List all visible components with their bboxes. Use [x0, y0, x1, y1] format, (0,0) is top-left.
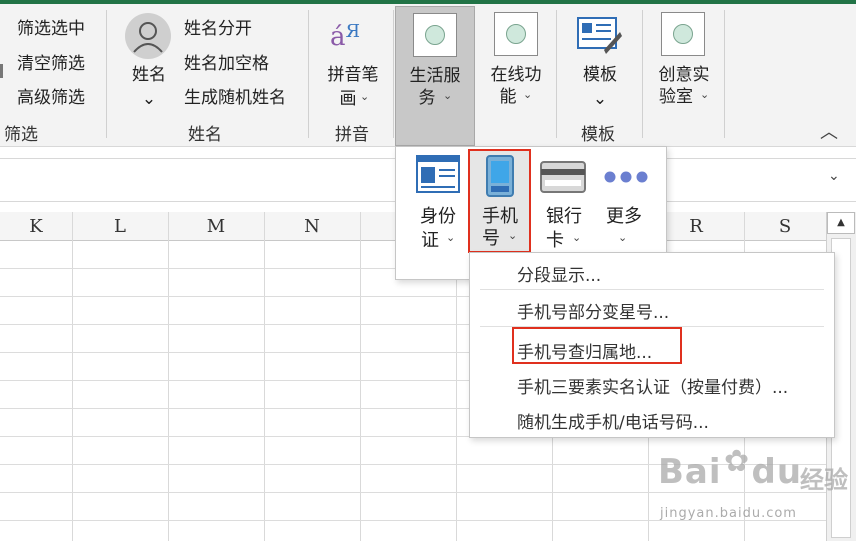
pinyin-group-label: 拼音	[335, 125, 369, 145]
group-separator	[724, 10, 725, 138]
column-header-s[interactable]: S	[744, 212, 826, 240]
funnel-icon	[0, 64, 3, 78]
group-separator	[642, 10, 643, 138]
id-card-icon	[416, 155, 460, 193]
pinyin-button[interactable]: áЯ 拼音笔 画 ⌄	[318, 8, 388, 112]
id-card-button[interactable]: 身份 证 ⌄	[410, 153, 466, 263]
person-icon	[125, 13, 171, 59]
column-header-n[interactable]: N	[264, 212, 360, 240]
random-name-button[interactable]: 生成随机姓名	[184, 83, 286, 108]
scroll-up-icon[interactable]: ▲	[827, 212, 855, 234]
chevron-down-icon: ⌄	[443, 89, 453, 102]
filter-group-label: 筛选	[4, 125, 38, 145]
filter-selected-button[interactable]: 筛选选中	[17, 14, 85, 39]
paw-icon: ✿	[724, 444, 751, 479]
chevron-down-icon: ⌄	[592, 89, 608, 109]
online-functions-icon	[494, 12, 538, 56]
id-card-label-1: 身份	[420, 206, 456, 227]
column-header-k[interactable]: K	[0, 212, 72, 240]
life-services-label-1: 生活服	[409, 66, 461, 86]
group-separator	[106, 10, 107, 138]
collapse-ribbon-icon[interactable]: ︿	[820, 118, 838, 144]
formula-expand-icon[interactable]: ⌄	[828, 168, 840, 184]
menu-divider	[480, 289, 824, 290]
name-big-label: 姓名	[132, 65, 166, 85]
online-functions-button[interactable]: 在线功 能 ⌄	[478, 6, 554, 116]
advanced-filter-button[interactable]: 高级筛选	[17, 83, 85, 108]
chevron-down-icon: ⌄	[700, 88, 710, 101]
filter-group: 筛选选中 清空筛选 高级筛选 筛选	[0, 0, 104, 146]
pinyin-icon: áЯ	[330, 21, 361, 52]
bank-card-label-1: 银行	[546, 206, 582, 227]
pinyin-label-1: 拼音笔	[327, 65, 379, 85]
online-label-1: 在线功	[490, 65, 542, 85]
creative-label-1: 创意实	[658, 65, 710, 85]
creative-lab-button[interactable]: 创意实 验室 ⌄	[648, 6, 720, 116]
group-separator	[308, 10, 309, 138]
chevron-down-icon: ⌄	[141, 89, 157, 109]
creative-lab-icon	[661, 12, 705, 56]
phone-button-highlight	[468, 149, 531, 253]
name-split-button[interactable]: 姓名分开	[184, 14, 252, 39]
ribbon-top-accent	[0, 0, 856, 4]
name-group-label: 姓名	[188, 125, 222, 145]
more-dots-icon	[604, 171, 648, 183]
group-separator	[556, 10, 557, 138]
chevron-down-icon: ⌄	[618, 231, 628, 244]
template-icon	[577, 17, 622, 54]
bank-card-label-2: 卡	[546, 230, 564, 251]
name-big-button[interactable]: 姓名 ⌄	[118, 8, 180, 112]
template-label: 模板	[583, 65, 617, 85]
phone-location-highlight	[512, 327, 682, 364]
more-button[interactable]: 更多 ⌄	[596, 153, 656, 263]
bank-card-button[interactable]: 银行 卡 ⌄	[534, 153, 594, 263]
column-header-m[interactable]: M	[168, 212, 264, 240]
more-label: 更多	[606, 206, 642, 227]
menu-item-three-factor-auth[interactable]: 手机三要素实名认证（按量付费）...	[517, 373, 788, 398]
bank-card-icon	[540, 161, 586, 193]
watermark-brand: Bai ✿ du	[658, 444, 803, 492]
life-services-icon	[413, 13, 457, 57]
watermark-cn: 经验	[800, 466, 848, 494]
chevron-down-icon: ⌄	[446, 231, 456, 244]
menu-item-mask-phone[interactable]: 手机号部分变星号...	[517, 298, 669, 323]
template-button[interactable]: 模板 ⌄	[562, 6, 638, 116]
group-separator	[393, 10, 394, 138]
clear-filter-button[interactable]: 清空筛选	[17, 49, 85, 74]
menu-item-segment-display[interactable]: 分段显示...	[517, 261, 601, 286]
chevron-down-icon: ⌄	[523, 88, 533, 101]
id-card-label-2: 证	[421, 230, 439, 251]
column-header-l[interactable]: L	[72, 212, 168, 240]
chevron-down-icon: ⌄	[572, 231, 582, 244]
menu-item-random-phone[interactable]: 随机生成手机/电话号码...	[517, 408, 709, 433]
name-add-space-button[interactable]: 姓名加空格	[184, 49, 269, 74]
chevron-down-icon: ⌄	[360, 90, 370, 103]
template-group-label: 模板	[581, 125, 615, 145]
watermark-url: jingyan.baidu.com	[660, 506, 797, 521]
creative-label-2: 验室	[659, 87, 693, 107]
baidu-jingyan-watermark: Bai ✿ du 经验 jingyan.baidu.com	[656, 444, 856, 541]
life-services-button[interactable]: 生活服 务 ⌄	[395, 6, 475, 146]
